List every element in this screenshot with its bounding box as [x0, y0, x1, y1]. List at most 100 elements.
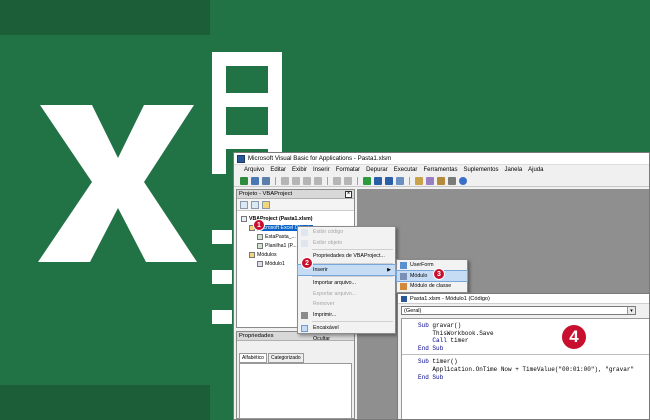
code-line: End Sub: [418, 344, 444, 352]
paste-icon[interactable]: [303, 176, 311, 185]
project-explorer-icon[interactable]: [415, 176, 423, 185]
run-icon[interactable]: [363, 176, 371, 185]
module-icon: [400, 272, 407, 280]
insert-module-icon[interactable]: [251, 176, 259, 185]
vba-app-icon: [237, 154, 245, 163]
project-panel-header: Projeto - VBAProject ×: [237, 190, 354, 199]
workbook-icon: [257, 233, 263, 240]
menu-separator: [312, 276, 393, 277]
menu-depurar[interactable]: Depurar: [366, 167, 388, 173]
cut-icon[interactable]: [281, 176, 289, 185]
standard-toolbar: [234, 175, 649, 187]
menu-bar: Arquivo Editar Exibir Inserir Formatar D…: [234, 165, 649, 175]
menu-exibir[interactable]: Exibir: [292, 167, 307, 173]
menu-item-exportar[interactable]: Exportar arquivo...: [298, 289, 395, 300]
menu-formatar[interactable]: Formatar: [336, 167, 360, 173]
menu-janela[interactable]: Janela: [504, 167, 522, 173]
submenu-item-modulo[interactable]: Módulo: [396, 269, 468, 282]
code-editor[interactable]: Sub gravar() ThisWorkbook.Save Call time…: [401, 318, 649, 419]
menu-item-remover[interactable]: Remover: [298, 299, 395, 310]
view-object-icon[interactable]: [251, 201, 259, 209]
submenu-item-modulo-classe[interactable]: Módulo de classe: [397, 281, 467, 292]
excel-view-icon[interactable]: [240, 176, 248, 185]
menu-item-exibir-objeto[interactable]: Exibir objeto: [298, 238, 395, 249]
menu-item-importar[interactable]: Importar arquivo...: [298, 278, 395, 289]
menu-separator: [312, 321, 393, 322]
save-icon[interactable]: [262, 176, 270, 185]
tab-categorizado[interactable]: Categorizado: [267, 353, 304, 363]
object-browser-icon[interactable]: [437, 176, 445, 185]
view-code-icon[interactable]: [240, 201, 248, 209]
menu-separator: [312, 262, 393, 264]
printer-icon: [301, 311, 308, 319]
chevron-down-icon[interactable]: ▾: [627, 307, 635, 314]
menu-item-imprimir[interactable]: Imprimir...: [298, 310, 395, 321]
toolbar-separator: [357, 176, 358, 185]
code-line: End Sub: [418, 373, 444, 381]
window-title: Microsoft Visual Basic for Applications …: [248, 155, 392, 162]
code-line: Sub gravar(): [418, 322, 462, 329]
module-icon: [257, 260, 263, 267]
submenu-item-userform[interactable]: UserForm: [397, 260, 467, 271]
code-line: Call timer: [432, 337, 469, 345]
properties-icon[interactable]: [426, 176, 434, 185]
reset-icon[interactable]: [385, 176, 393, 185]
help-icon[interactable]: [459, 176, 467, 185]
properties-tabs: Alfabético Categorizado: [239, 353, 352, 363]
properties-panel: Propriedades Alfabético Categorizado: [236, 331, 355, 419]
menu-suplementos[interactable]: Suplementos: [463, 167, 498, 173]
vba-editor-window: Microsoft Visual Basic for Applications …: [233, 152, 650, 420]
step-badge-1: 1: [253, 219, 265, 231]
toggle-folders-icon[interactable]: [262, 201, 270, 209]
menu-item-inserir[interactable]: Inserir ▶: [297, 263, 396, 276]
close-icon[interactable]: ×: [345, 190, 352, 198]
menu-ferramentas[interactable]: Ferramentas: [423, 167, 457, 173]
code-window-title: Pasta1.xlsm - Módulo1 (Código): [410, 295, 490, 302]
code-window-title-bar: Pasta1.xlsm - Módulo1 (Código): [398, 294, 649, 304]
menu-executar[interactable]: Executar: [394, 167, 418, 173]
code-line: Application.OnTime Now + TimeValue("00:0…: [418, 365, 635, 373]
undo-icon[interactable]: [333, 176, 341, 185]
toolbox-icon[interactable]: [448, 176, 456, 185]
step-badge-3: 3: [433, 268, 445, 280]
step-badge-2: 2: [301, 257, 313, 269]
design-mode-icon[interactable]: [396, 176, 404, 185]
code-line: ThisWorkbook.Save: [418, 329, 494, 337]
context-menu: Exibir código Exibir objeto Propriedades…: [297, 226, 396, 342]
worksheet-icon: [257, 242, 263, 249]
menu-item-ocultar[interactable]: Ocultar: [298, 334, 395, 345]
menu-ajuda[interactable]: Ajuda: [528, 167, 543, 173]
checkmark-icon: [301, 325, 308, 332]
toolbar-separator: [409, 176, 410, 185]
class-module-icon: [400, 283, 407, 290]
toolbar-separator: [275, 176, 276, 185]
find-icon[interactable]: [314, 176, 322, 185]
menu-editar[interactable]: Editar: [270, 167, 286, 173]
step-badge-4: 4: [560, 323, 588, 351]
tab-alfabetico[interactable]: Alfabético: [239, 353, 267, 363]
menu-inserir[interactable]: Inserir: [313, 167, 330, 173]
properties-list: [239, 363, 352, 419]
code-window: Pasta1.xlsm - Módulo1 (Código) (Geral) ▾…: [397, 293, 649, 419]
redo-icon[interactable]: [344, 176, 352, 185]
properties-panel-title: Propriedades: [239, 333, 274, 339]
toolbar-separator: [327, 176, 328, 185]
copy-icon[interactable]: [292, 176, 300, 185]
userform-icon: [400, 262, 407, 269]
menu-arquivo[interactable]: Arquivo: [244, 167, 264, 173]
pause-icon[interactable]: [374, 176, 382, 185]
view-object-icon: [301, 239, 308, 247]
folder-icon: [249, 251, 255, 258]
view-code-icon: [301, 229, 308, 236]
project-icon: [241, 215, 247, 222]
menu-item-exibir-codigo[interactable]: Exibir código: [298, 227, 395, 238]
procedure-separator: [402, 354, 649, 356]
object-combo[interactable]: (Geral) ▾: [401, 306, 636, 315]
menu-item-encaixavel[interactable]: Encaixável: [298, 323, 395, 334]
project-panel-title: Projeto - VBAProject: [239, 191, 293, 197]
code-line: Sub timer(): [418, 358, 458, 366]
submenu-arrow-icon: ▶: [387, 266, 391, 273]
insert-submenu: UserForm Módulo Módulo de classe: [396, 259, 468, 293]
project-panel-toolbar: [237, 199, 354, 211]
code-window-icon: [401, 295, 407, 302]
